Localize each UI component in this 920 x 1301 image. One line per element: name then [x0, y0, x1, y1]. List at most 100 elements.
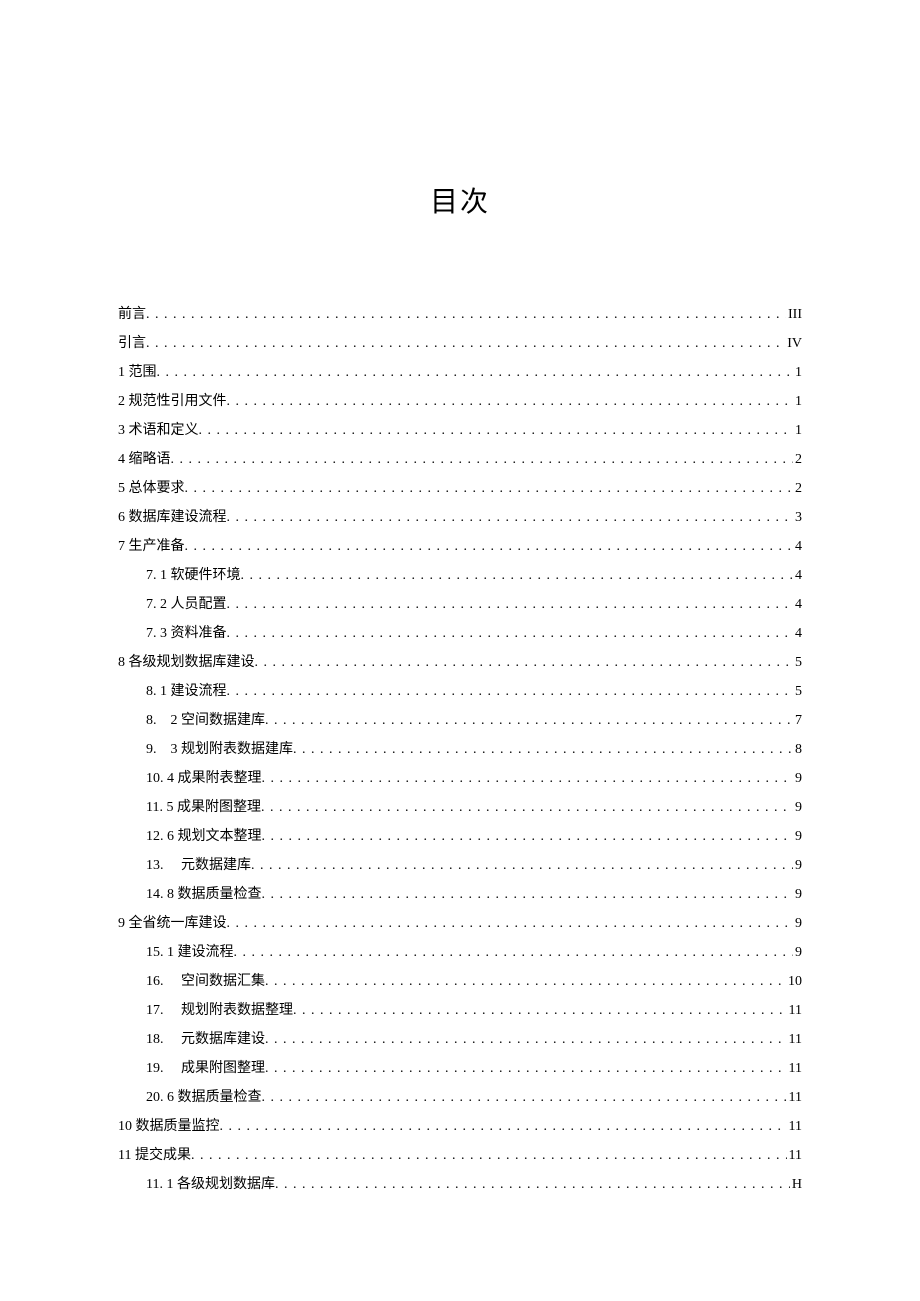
toc-entry-page: 8: [793, 735, 802, 764]
toc-entry: 9 全省统一库建设 9: [118, 909, 802, 938]
toc-entry-label: 6 数据库建设流程: [118, 503, 227, 532]
toc-leader-dots: [191, 1141, 787, 1170]
toc-entry-page: 11: [787, 1025, 802, 1054]
toc-entry-label: 4 缩略语: [118, 445, 171, 474]
toc-entry-page: 9: [793, 909, 802, 938]
toc-leader-dots: [227, 619, 794, 648]
toc-entry-label: 9. 3 规划附表数据建库: [146, 735, 293, 764]
toc-leader-dots: [262, 822, 794, 851]
toc-leader-dots: [261, 793, 793, 822]
toc-entry-label: 18. 元数据库建设: [146, 1025, 265, 1054]
page-container: 目次 前言III引言IV1 范围12 规范性引用文件13 术语和定义14 缩略语…: [0, 0, 920, 1199]
toc-entry-label: 8. 2 空间数据建库: [146, 706, 265, 735]
toc-leader-dots: [262, 764, 794, 793]
toc-leader-dots: [185, 474, 794, 503]
toc-leader-dots: [227, 387, 794, 416]
toc-entry-label: 3 术语和定义: [118, 416, 199, 445]
toc-entry-page: 5: [793, 677, 802, 706]
toc-entry-label: 5 总体要求: [118, 474, 185, 503]
toc-entry-label: 15. 1 建设流程: [146, 938, 234, 967]
toc-entry-page: 9: [793, 793, 802, 822]
toc-entry: 2 规范性引用文件 1: [118, 387, 802, 416]
toc-leader-dots: [146, 300, 786, 329]
toc-entry: 12. 6 规划文本整理9: [118, 822, 802, 851]
toc-entry: 引言IV: [118, 329, 802, 358]
toc-entry: 11 提交成果11: [118, 1141, 802, 1170]
toc-leader-dots: [171, 445, 794, 474]
toc-entry-page: 1: [793, 416, 802, 445]
toc-leader-dots: [227, 677, 794, 706]
toc-entry-label: 19. 成果附图整理: [146, 1054, 265, 1083]
toc-entry-page: 5: [793, 648, 802, 677]
toc-entry-page: 9: [793, 851, 802, 880]
toc-leader-dots: [157, 358, 794, 387]
toc-entry-page: 9: [793, 938, 802, 967]
toc-entry-label: 13. 元数据建库: [146, 851, 251, 880]
toc-entry: 15. 1 建设流程 9: [118, 938, 802, 967]
toc-entry: 1 范围1: [118, 358, 802, 387]
toc-leader-dots: [227, 503, 794, 532]
toc-entry-page: 4: [793, 619, 802, 648]
toc-leader-dots: [234, 938, 794, 967]
toc-entry: 14. 8 数据质量检查9: [118, 880, 802, 909]
toc-leader-dots: [227, 590, 794, 619]
toc-leader-dots: [275, 1170, 790, 1199]
toc-leader-dots: [265, 706, 793, 735]
page-title: 目次: [118, 180, 802, 220]
toc-entry-page: 10: [786, 967, 802, 996]
toc-entry: 20. 6 数据质量检查 11: [118, 1083, 802, 1112]
toc-entry: 前言III: [118, 300, 802, 329]
toc-entry-label: 16. 空间数据汇集: [146, 967, 265, 996]
toc-entry-label: 7. 1 软硬件环境: [146, 561, 241, 590]
toc-entry-page: 4: [793, 590, 802, 619]
toc-leader-dots: [241, 561, 794, 590]
toc-entry: 7 生产准备4: [118, 532, 802, 561]
toc-entry-page: 3: [793, 503, 802, 532]
toc-entry: 18. 元数据库建设 11: [118, 1025, 802, 1054]
toc-entry: 10. 4 成果附表整理9: [118, 764, 802, 793]
toc-entry-page: 7: [793, 706, 802, 735]
toc-entry-label: 12. 6 规划文本整理: [146, 822, 262, 851]
toc-entry: 17. 规划附表数据整理11: [118, 996, 802, 1025]
toc-entry: 13. 元数据建库 9: [118, 851, 802, 880]
toc-entry-label: 9 全省统一库建设: [118, 909, 227, 938]
toc-entry: 4 缩略语2: [118, 445, 802, 474]
toc-leader-dots: [262, 1083, 787, 1112]
toc-entry-label: 10 数据质量监控: [118, 1112, 220, 1141]
toc-entry-page: 11: [787, 1083, 802, 1112]
toc-entry-label: 前言: [118, 300, 146, 329]
toc-leader-dots: [293, 735, 793, 764]
toc-entry: 5 总体要求 2: [118, 474, 802, 503]
toc-entry: 11. 5 成果附图整理9: [118, 793, 802, 822]
toc-leader-dots: [265, 1025, 787, 1054]
toc-entry-label: 2 规范性引用文件: [118, 387, 227, 416]
toc-leader-dots: [227, 909, 794, 938]
toc-entry-label: 7. 3 资料准备: [146, 619, 227, 648]
toc-leader-dots: [220, 1112, 787, 1141]
toc-leader-dots: [265, 1054, 787, 1083]
toc-entry-label: 10. 4 成果附表整理: [146, 764, 262, 793]
toc-entry: 3 术语和定义 1: [118, 416, 802, 445]
toc-leader-dots: [262, 880, 794, 909]
toc-entry: 8. 2 空间数据建库 7: [118, 706, 802, 735]
toc-leader-dots: [265, 967, 786, 996]
toc-leader-dots: [146, 329, 785, 358]
toc-entry-label: 8 各级规划数据库建设: [118, 648, 255, 677]
toc-entry: 8. 1 建设流程5: [118, 677, 802, 706]
toc-entry: 6 数据库建设流程 3: [118, 503, 802, 532]
toc-entry: 7. 1 软硬件环境4: [118, 561, 802, 590]
toc-entry: 7. 3 资料准备 4: [118, 619, 802, 648]
toc-entry-label: 11 提交成果: [118, 1141, 191, 1170]
toc-entry-label: 7 生产准备: [118, 532, 185, 561]
toc-entry-label: 20. 6 数据质量检查: [146, 1083, 262, 1112]
table-of-contents: 前言III引言IV1 范围12 规范性引用文件13 术语和定义14 缩略语25 …: [118, 300, 802, 1199]
toc-entry-page: 1: [793, 387, 802, 416]
toc-entry: 7. 2 人员配置4: [118, 590, 802, 619]
toc-entry-label: 11. 1 各级规划数据库: [146, 1170, 275, 1199]
toc-entry-label: 1 范围: [118, 358, 157, 387]
toc-leader-dots: [185, 532, 794, 561]
toc-entry-page: 2: [793, 474, 802, 503]
toc-entry: 19. 成果附图整理11: [118, 1054, 802, 1083]
toc-entry: 10 数据质量监控11: [118, 1112, 802, 1141]
toc-entry-page: 11: [787, 996, 802, 1025]
